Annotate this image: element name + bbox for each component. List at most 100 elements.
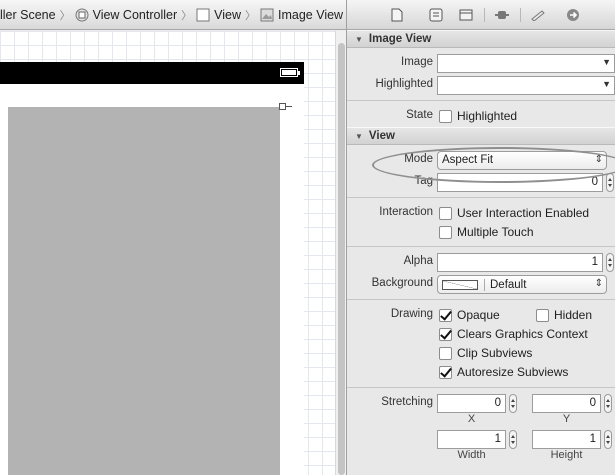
opaque-checkbox[interactable]: Opaque [439,308,500,322]
image-view-section-header[interactable]: ▼ Image View [347,30,615,48]
checkbox-checked [439,327,452,341]
attributes-inspector: ▼ Image View Image ▼ Highlighted ▼ State… [346,0,615,475]
stretching-label: Stretching [381,396,433,408]
resize-handle[interactable] [279,103,286,110]
background-row: Background Default ⇕ [347,273,615,295]
disclosure-triangle-icon: ▼ [355,131,363,141]
chevron-down-icon[interactable]: ▼ [602,57,611,67]
clears-context-checkbox[interactable]: Clears Graphics Context [439,327,588,341]
scroll-thumb[interactable] [338,43,345,475]
stretch-width-caption: Width [457,449,486,461]
breadcrumb-view-controller[interactable]: View Controller [75,7,178,22]
view-section-title: View [368,130,395,142]
chevron-right-icon: 〉 [245,9,256,22]
stretching-xy-row: Stretching 0 0 X Y [347,392,615,428]
stretch-width-value: 1 [494,433,501,445]
stretch-height-value: 1 [589,433,596,445]
alpha-value: 1 [591,256,598,268]
drawing-label: Drawing [390,308,433,320]
image-combo-box[interactable]: ▼ [437,54,615,73]
chevron-right-icon: 〉 [59,9,71,22]
swatch-separator [484,278,485,291]
stretch-height-stepper[interactable] [604,430,612,449]
identity-icon[interactable] [458,8,474,22]
stretch-x-stepper[interactable] [509,394,517,413]
breadcrumb-view[interactable]: View [196,8,241,22]
stretch-width-stepper[interactable] [509,430,517,449]
user-interaction-checkbox[interactable]: User Interaction Enabled [439,206,589,220]
clip-subviews-label: Clip Subviews [457,346,533,360]
divider [347,299,615,300]
checkbox-box [536,308,549,322]
divider [347,246,615,247]
divider [347,387,615,388]
view-icon [196,8,210,22]
canvas-scrollbar[interactable] [335,31,346,475]
connections-arrow-icon[interactable] [565,8,581,22]
autoresize-row: Autoresize Subviews [347,361,615,383]
checkbox-checked [439,308,452,322]
alpha-label: Alpha [403,255,433,267]
stretch-width-field[interactable]: 1 [437,430,506,449]
up-down-arrows-icon: ⇕ [594,278,603,289]
clip-subviews-checkbox[interactable]: Clip Subviews [439,346,532,360]
status-bar [0,62,304,84]
autoresize-checkbox[interactable]: Autoresize Subviews [439,365,568,379]
hidden-checkbox[interactable]: Hidden [536,308,592,322]
highlighted-checkbox-label: Highlighted [457,109,518,123]
state-label: State [406,109,433,121]
alpha-stepper[interactable] [606,253,614,272]
multiple-touch-checkbox[interactable]: Multiple Touch [439,225,534,239]
autoresize-label: Autoresize Subviews [457,365,569,379]
view-controller-scene[interactable] [0,62,304,475]
stretch-y-value: 0 [589,397,596,409]
size-ruler-icon[interactable] [530,8,546,22]
alpha-field[interactable]: 1 [437,253,603,272]
hidden-label: Hidden [554,308,593,322]
chevron-down-icon[interactable]: ▼ [602,79,611,89]
tag-stepper[interactable] [606,173,614,192]
jump-bar-breadcrumb: ller Scene 〉 View Controller 〉 View 〉 Im… [0,0,346,30]
resize-handle-line [286,106,292,107]
breadcrumb-scene[interactable]: ller Scene [0,8,56,22]
breadcrumb-image-view[interactable]: Image View [260,8,343,22]
highlighted-combo-box[interactable]: ▼ [437,76,615,95]
view-section-header[interactable]: ▼ View [347,127,615,145]
clears-context-row: Clears Graphics Context [347,323,615,342]
image-view-placeholder[interactable] [8,107,280,475]
multiple-touch-row: Multiple Touch [347,221,615,242]
quick-help-icon[interactable] [428,8,444,22]
breadcrumb-image-view-label: Image View [278,7,344,22]
divider [347,197,615,198]
breadcrumb-view-controller-label: View Controller [92,7,178,22]
toolbar-separator [484,8,485,22]
stretch-y-stepper[interactable] [604,394,612,413]
stretch-y-caption: Y [562,413,571,425]
attributes-icon[interactable] [494,8,510,22]
stretch-y-field[interactable]: 0 [532,394,601,413]
stretch-x-field[interactable]: 0 [437,394,506,413]
breadcrumb-view-label: View [214,7,241,22]
background-value: Default [490,278,527,291]
background-color-popup[interactable]: Default ⇕ [437,275,607,294]
opaque-label: Opaque [457,308,500,322]
image-label: Image [401,56,433,68]
checkbox-box [439,109,452,123]
highlighted-checkbox[interactable]: Highlighted [439,109,517,123]
highlighted-label: Highlighted [375,78,433,90]
checkbox-box [439,206,452,220]
background-label: Background [371,277,433,289]
tag-value: 0 [591,176,598,188]
user-interaction-label: User Interaction Enabled [457,206,590,220]
storyboard-canvas: ller Scene 〉 View Controller 〉 View 〉 Im… [0,0,346,475]
interaction-label: Interaction [379,206,433,218]
checkbox-box [439,346,452,360]
stretch-height-field[interactable]: 1 [532,430,601,449]
chevron-right-icon: 〉 [181,9,193,22]
stretch-height-caption: Height [550,449,583,461]
disclosure-triangle-icon: ▼ [355,34,363,44]
toolbar-separator [520,8,521,22]
file-icon[interactable] [389,8,405,22]
stretching-size-row: 1 1 Width Height [347,428,615,464]
clip-subviews-row: Clip Subviews [347,342,615,361]
